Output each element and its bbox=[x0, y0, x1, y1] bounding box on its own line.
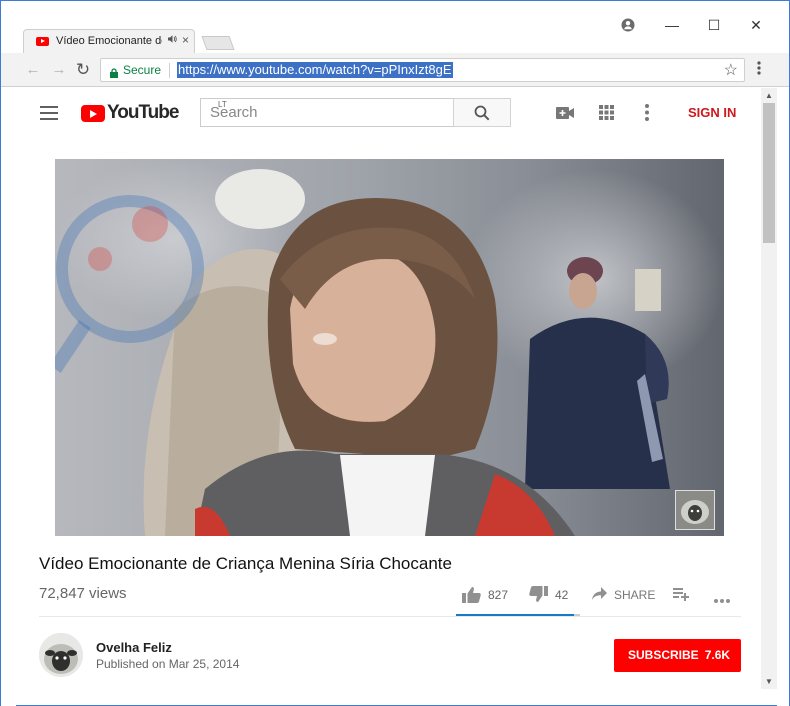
more-options-icon[interactable] bbox=[645, 104, 649, 121]
apps-grid-icon[interactable] bbox=[599, 105, 614, 120]
reload-button[interactable]: ↻ bbox=[73, 60, 93, 80]
channel-avatar[interactable] bbox=[39, 633, 83, 677]
publish-date: Published on Mar 25, 2014 bbox=[96, 657, 240, 671]
bookmark-star-icon[interactable]: ☆ bbox=[724, 60, 738, 80]
like-count: 827 bbox=[488, 588, 509, 602]
back-button[interactable]: ← bbox=[23, 60, 43, 80]
more-actions-icon[interactable] bbox=[713, 591, 731, 603]
video-frame-image bbox=[55, 159, 724, 536]
share-arrow-icon bbox=[592, 587, 607, 601]
speaker-icon[interactable] bbox=[167, 34, 177, 47]
thumbs-up-icon bbox=[462, 586, 481, 603]
subscriber-count: 7.6K bbox=[704, 648, 731, 662]
youtube-masthead: YouTube LT Search SIGN IN bbox=[16, 88, 760, 138]
youtube-page: YouTube LT Search SIGN IN Vídeo Emociona… bbox=[16, 88, 760, 689]
search-icon bbox=[474, 105, 490, 121]
scroll-up-arrow-icon[interactable]: ▲ bbox=[765, 91, 773, 100]
forward-button[interactable]: → bbox=[49, 60, 69, 80]
omnibox-separator bbox=[169, 63, 170, 78]
channel-name[interactable]: Ovelha Feliz bbox=[96, 640, 172, 655]
hamburger-menu-icon[interactable] bbox=[40, 106, 58, 120]
page-scrollbar[interactable]: ▲ ▼ bbox=[761, 88, 777, 689]
browser-window: Vídeo Emocionante de × — ☐ ✕ ← → ↻ Secur… bbox=[0, 0, 790, 706]
youtube-play-logo-icon bbox=[81, 105, 105, 122]
browser-toolbar: ← → ↻ Secure https://www.youtube.com/wat… bbox=[1, 53, 789, 87]
channel-watermark-icon[interactable] bbox=[675, 490, 715, 530]
minimize-button[interactable]: — bbox=[657, 13, 687, 37]
title-bar: Vídeo Emocionante de × — ☐ ✕ bbox=[1, 1, 789, 53]
youtube-favicon-icon bbox=[36, 37, 49, 46]
profile-icon[interactable] bbox=[621, 18, 635, 32]
upload-video-camera-icon[interactable] bbox=[556, 106, 574, 120]
add-to-playlist-icon[interactable] bbox=[673, 587, 689, 601]
browser-menu-icon[interactable] bbox=[753, 61, 765, 75]
subscribe-label: SUBSCRIBE bbox=[628, 648, 699, 662]
subscribe-button[interactable]: SUBSCRIBE 7.6K bbox=[614, 639, 741, 672]
sign-in-button[interactable]: SIGN IN bbox=[688, 105, 736, 120]
new-tab-button[interactable] bbox=[201, 36, 235, 50]
maximize-button[interactable]: ☐ bbox=[699, 13, 729, 37]
window-frame-left bbox=[1, 88, 16, 706]
thumbs-down-icon bbox=[529, 586, 548, 603]
video-player[interactable] bbox=[55, 159, 724, 536]
url-text[interactable]: https://www.youtube.com/watch?v=pPInxIzt… bbox=[177, 62, 453, 78]
view-count: 72,847 views bbox=[39, 585, 127, 602]
scroll-down-arrow-icon[interactable]: ▼ bbox=[765, 677, 773, 686]
divider bbox=[39, 616, 741, 617]
close-window-button[interactable]: ✕ bbox=[741, 13, 771, 37]
dislike-count: 42 bbox=[555, 588, 569, 602]
scrollbar-thumb[interactable] bbox=[763, 103, 775, 243]
address-bar[interactable]: Secure https://www.youtube.com/watch?v=p… bbox=[100, 58, 745, 82]
secure-label: Secure bbox=[123, 63, 162, 77]
browser-tab[interactable]: Vídeo Emocionante de × bbox=[23, 29, 195, 53]
video-title: Vídeo Emocionante de Criança Menina Síri… bbox=[39, 554, 452, 573]
youtube-logo-text: YouTube bbox=[107, 102, 179, 123]
tab-title: Vídeo Emocionante de bbox=[56, 35, 162, 47]
tab-close-icon[interactable]: × bbox=[182, 33, 189, 47]
lock-icon bbox=[110, 65, 118, 78]
search-button[interactable] bbox=[453, 98, 511, 127]
share-label: SHARE bbox=[614, 588, 656, 602]
search-input[interactable]: Search bbox=[200, 98, 454, 127]
window-frame-right bbox=[777, 88, 789, 706]
